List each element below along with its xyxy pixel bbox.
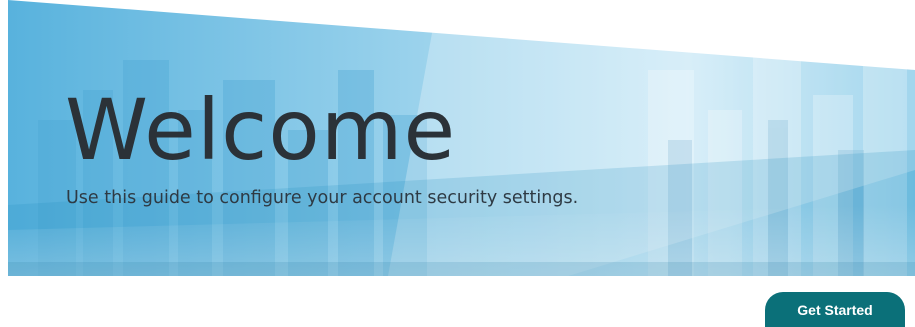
page-subtitle: Use this guide to configure your account… xyxy=(66,188,579,208)
hero-banner: Welcome Use this guide to configure your… xyxy=(8,0,915,276)
page-title: Welcome xyxy=(65,81,457,179)
get-started-button[interactable]: Get Started xyxy=(765,292,905,327)
welcome-page: Welcome Use this guide to configure your… xyxy=(0,0,915,327)
